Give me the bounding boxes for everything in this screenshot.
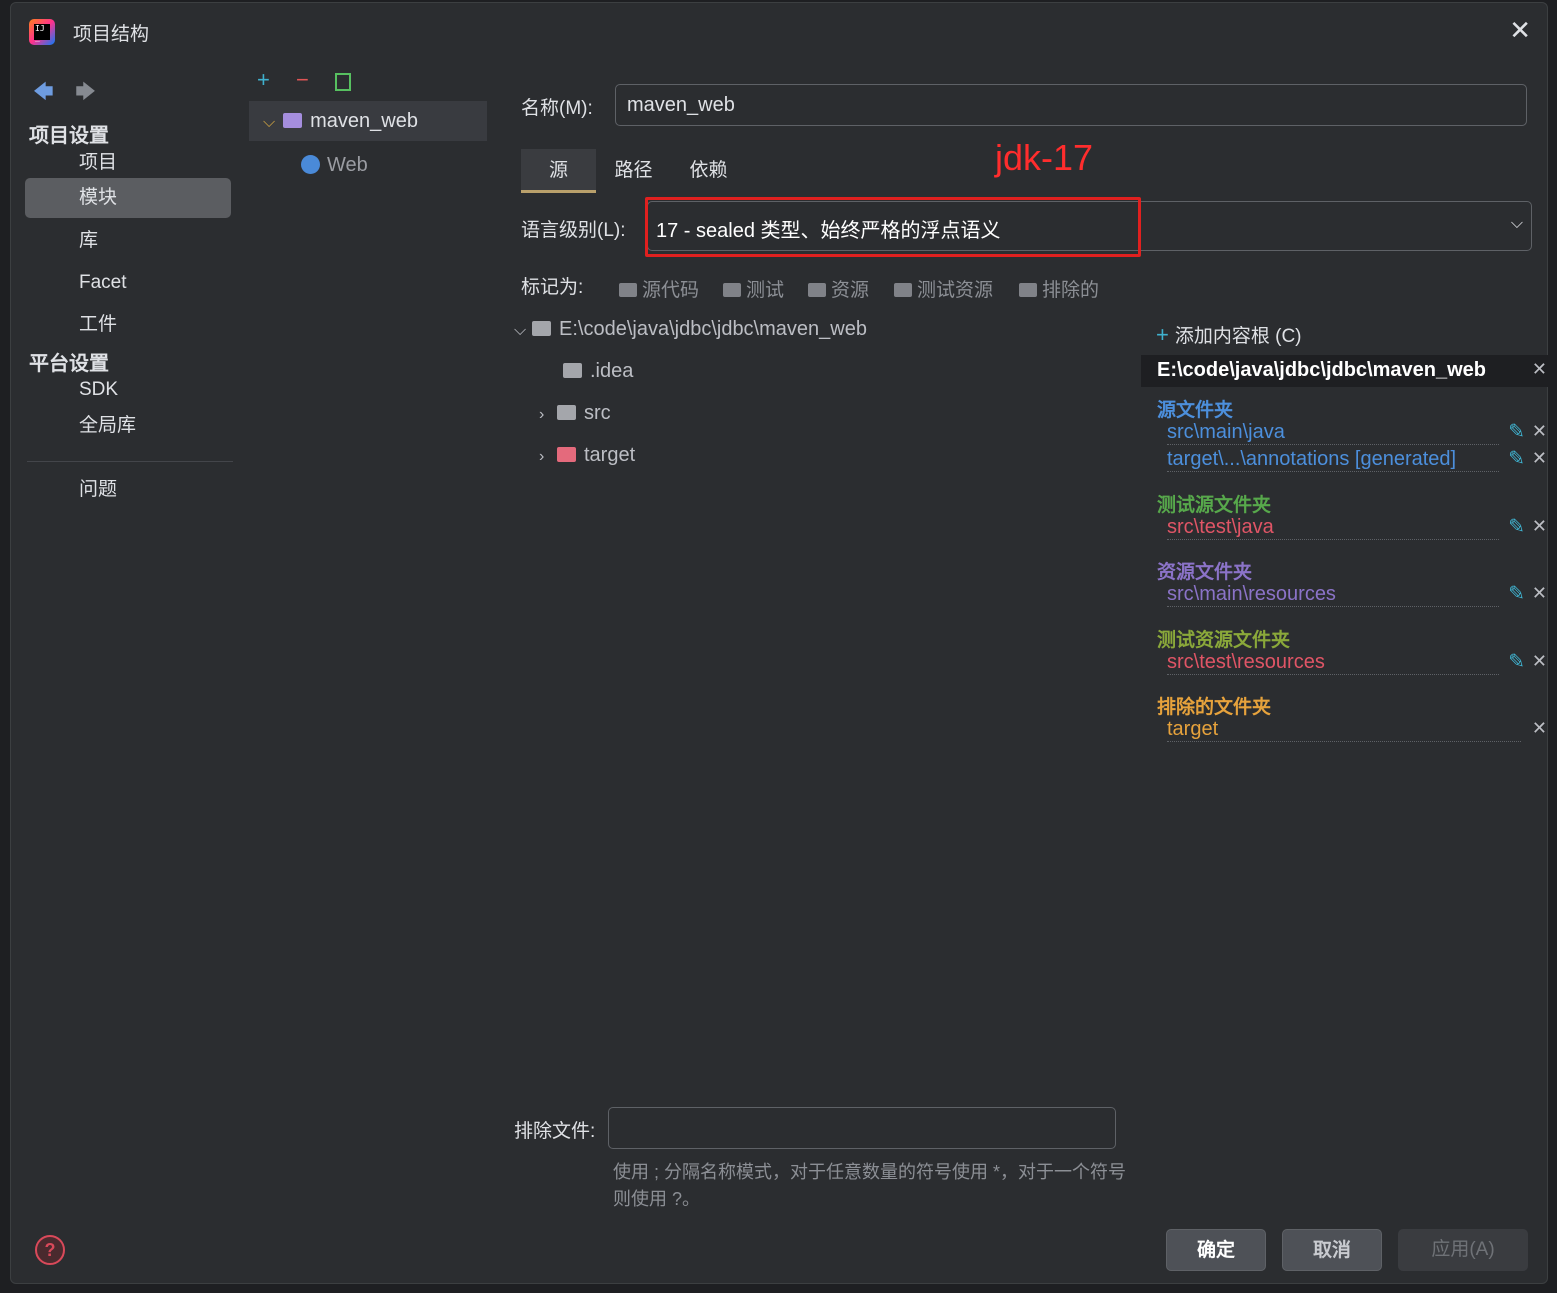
intellij-logo-icon: IJ _ — [29, 19, 55, 45]
edit-pencil-icon[interactable]: ✎ — [1508, 581, 1525, 606]
folder-icon — [808, 283, 826, 297]
sidebar-item-project[interactable]: 项目 — [25, 143, 231, 183]
chevron-down-icon[interactable]: ⌵ — [263, 114, 275, 131]
content-root-header: E:\code\java\jdbc\jdbc\maven_web ✕ — [1141, 355, 1557, 387]
resource-folders-title: 资源文件夹 — [1157, 562, 1253, 583]
project-structure-dialog: IJ _ 项目结构 ✕ 🡄 🡆 项目设置 项目 模块 库 Facet 工件 平台设… — [10, 2, 1557, 1284]
test-source-folder-entry: src\test\java ✎ ✕ — [1167, 514, 1547, 540]
remove-icon[interactable]: ✕ — [1532, 583, 1547, 604]
remove-icon[interactable]: ✕ — [1532, 448, 1547, 469]
content-root-path: E:\code\java\jdbc\jdbc\maven_web — [1157, 359, 1487, 381]
test-resource-folder-entry: src\test\resources ✎ ✕ — [1167, 649, 1547, 675]
close-button[interactable]: ✕ — [1509, 15, 1531, 46]
remove-icon[interactable]: ✕ — [1532, 718, 1547, 739]
edit-pencil-icon[interactable]: ✎ — [1508, 649, 1525, 674]
file-tree-item-idea[interactable]: .idea — [563, 360, 633, 383]
remove-root-icon[interactable]: ✕ — [1532, 359, 1547, 380]
web-globe-icon — [301, 155, 320, 174]
arrow-right-icon[interactable]: 🡆 — [75, 77, 96, 111]
facet-name: Web — [327, 154, 368, 176]
help-icon[interactable]: ? — [35, 1235, 65, 1265]
folder-icon — [723, 283, 741, 297]
excluded-folder-icon — [557, 447, 576, 462]
chevron-right-icon[interactable]: › — [539, 448, 557, 466]
module-name: maven_web — [310, 110, 418, 132]
mark-tests-button[interactable]: 测试 — [723, 275, 784, 302]
copy-icon[interactable] — [334, 73, 351, 91]
sidebar-item-modules[interactable]: 模块 — [25, 178, 231, 218]
sidebar-item-problems[interactable]: 问题 — [25, 470, 231, 510]
add-icon: + — [1156, 322, 1169, 347]
resource-folder-entry: src\main\resources ✎ ✕ — [1167, 581, 1547, 607]
add-icon[interactable]: + — [257, 67, 270, 93]
module-tree-item[interactable]: ⌵ maven_web — [249, 101, 487, 141]
folder-icon — [557, 405, 576, 420]
source-folders-title: 源文件夹 — [1157, 400, 1234, 421]
apply-button[interactable]: 应用(A) — [1398, 1229, 1528, 1271]
tab-paths[interactable]: 路径 — [596, 149, 671, 193]
cancel-button[interactable]: 取消 — [1282, 1229, 1382, 1271]
ok-button[interactable]: 确定 — [1166, 1229, 1266, 1271]
sidebar-item-sdk[interactable]: SDK — [25, 370, 231, 410]
sidebar-item-facets[interactable]: Facet — [25, 263, 231, 303]
file-tree-root[interactable]: ⌵ E:\code\java\jdbc\jdbc\maven_web — [514, 318, 867, 341]
test-resource-folders-title: 测试资源文件夹 — [1157, 630, 1291, 651]
edit-pencil-icon[interactable]: ✎ — [1508, 514, 1525, 539]
remove-icon[interactable]: ✕ — [1532, 651, 1547, 672]
sidebar-item-libraries[interactable]: 库 — [25, 221, 231, 261]
module-folder-icon — [283, 113, 303, 128]
excluded-folder-entry: target ✕ — [1167, 718, 1547, 742]
language-level-label: 语言级别(L): — [521, 220, 626, 241]
test-source-folders-title: 测试源文件夹 — [1157, 495, 1272, 516]
nav-arrows: 🡄 🡆 — [33, 77, 112, 111]
name-input[interactable] — [615, 84, 1527, 126]
arrow-left-icon[interactable]: 🡄 — [33, 77, 54, 111]
window-title: 项目结构 — [73, 24, 150, 45]
chevron-right-icon[interactable]: › — [539, 406, 557, 424]
folder-icon — [619, 283, 637, 297]
file-tree-item-target[interactable]: › target — [539, 444, 635, 467]
excluded-folders-title: 排除的文件夹 — [1157, 697, 1272, 718]
mark-sources-button[interactable]: 源代码 — [619, 275, 699, 302]
folder-icon — [894, 283, 912, 297]
mark-test-resources-button[interactable]: 测试资源 — [894, 275, 993, 302]
facet-tree-item[interactable]: Web — [301, 145, 368, 185]
title-bar: IJ _ 项目结构 ✕ — [11, 3, 1547, 61]
folder-icon — [563, 363, 582, 378]
module-tree-toolbar: + − — [257, 67, 371, 93]
chevron-down-icon: ⌵ — [1510, 215, 1523, 232]
mark-excluded-button[interactable]: 排除的 — [1019, 275, 1099, 302]
annotation-highlight-box — [645, 197, 1141, 257]
sidebar-item-artifacts[interactable]: 工件 — [25, 305, 231, 345]
mark-resources-button[interactable]: 资源 — [808, 275, 869, 302]
folder-icon — [1019, 283, 1037, 297]
sidebar-divider — [27, 461, 233, 462]
chevron-down-icon[interactable]: ⌵ — [514, 322, 532, 340]
remove-icon[interactable]: ✕ — [1532, 516, 1547, 537]
edit-pencil-icon[interactable]: ✎ — [1508, 419, 1525, 444]
file-tree-item-src[interactable]: › src — [539, 402, 611, 425]
exclude-files-hint: 使用 ; 分隔名称模式，对于任意数量的符号使用 *，对于一个符号则使用 ?。 — [613, 1162, 1127, 1209]
name-label: 名称(M): — [521, 98, 593, 119]
exclude-files-label: 排除文件: — [514, 1121, 596, 1142]
annotation-label: jdk-17 — [995, 137, 1094, 178]
tab-sources[interactable]: 源 — [521, 149, 596, 193]
sidebar-item-global-libraries[interactable]: 全局库 — [25, 406, 231, 446]
source-folder-entry: target\...\annotations [generated] ✎ ✕ — [1167, 446, 1547, 472]
tab-dependencies[interactable]: 依赖 — [671, 149, 746, 193]
source-folder-entry: src\main\java ✎ ✕ — [1167, 419, 1547, 445]
remove-icon[interactable]: − — [296, 67, 309, 93]
folder-icon — [532, 321, 551, 336]
exclude-files-input[interactable] — [608, 1107, 1116, 1149]
add-content-root-button[interactable]: + 添加内容根 (C) — [1156, 321, 1302, 348]
remove-icon[interactable]: ✕ — [1532, 421, 1547, 442]
mark-as-label: 标记为: — [521, 277, 584, 298]
edit-pencil-icon[interactable]: ✎ — [1508, 446, 1525, 471]
